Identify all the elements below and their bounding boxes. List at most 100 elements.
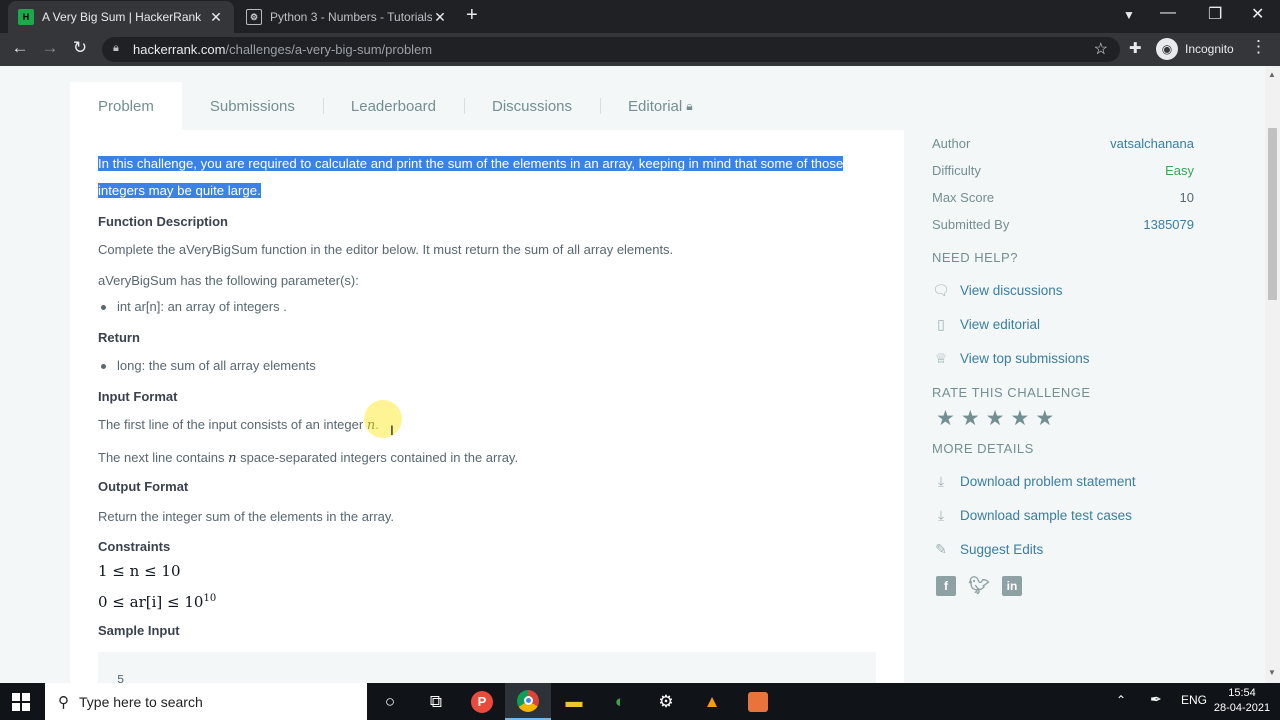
more-details-heading: MORE DETAILS (932, 441, 1034, 456)
bookmark-star-icon[interactable]: ☆ (1094, 39, 1108, 59)
sample-input-line: 5 (117, 673, 125, 683)
browser-tab-hackerrank[interactable]: H A Very Big Sum | HackerRank ✕ (8, 1, 234, 33)
task-view-icon[interactable]: ⧉ (413, 683, 459, 720)
tab-editorial-label: Editorial (628, 97, 683, 115)
tab-submissions[interactable]: Submissions (182, 82, 323, 130)
search-icon: ⚲ (58, 693, 69, 711)
difficulty-label: Difficulty (932, 163, 981, 178)
extensions-puzzle-icon[interactable]: ✚ (1129, 39, 1142, 57)
settings-gear-icon[interactable]: ⚙ (643, 683, 689, 720)
problem-statement: In this challenge, you are required to c… (98, 150, 858, 650)
minimize-icon[interactable]: — (1160, 4, 1176, 22)
facebook-icon[interactable]: f (936, 576, 956, 596)
view-editorial-link[interactable]: ▯ View editorial (932, 307, 1194, 341)
text-cursor-icon: I (390, 422, 394, 438)
return-heading: Return (98, 330, 140, 345)
pencil-icon: ✎ (935, 540, 947, 557)
difficulty-value: Easy (1165, 163, 1194, 178)
reload-icon[interactable]: ↻ (68, 38, 92, 58)
difficulty-row: Difficulty Easy (932, 157, 1194, 184)
star-icon[interactable]: ★ (961, 406, 980, 431)
discussion-icon: 🗨︎ (932, 281, 950, 298)
tab-problem[interactable]: Problem (70, 82, 182, 130)
tray-chevron-icon[interactable]: ⌃ (1116, 693, 1126, 707)
tab-leaderboard[interactable]: Leaderboard (322, 82, 464, 130)
windows-start-icon[interactable] (12, 693, 30, 711)
close-tab-icon[interactable]: ✕ (208, 9, 224, 26)
incognito-icon: ◉ (1156, 38, 1178, 60)
return-list-item: long: the sum of all array elements (98, 357, 858, 374)
tab-title: A Very Big Sum | HackerRank (42, 10, 202, 24)
browser-tab-tutorialspoint[interactable]: ⚙ Python 3 - Numbers - Tutorialsp ✕ (236, 1, 458, 33)
view-top-submissions-link[interactable]: ♕ View top submissions (932, 341, 1194, 375)
new-tab-plus-icon[interactable]: + (466, 4, 478, 27)
search-placeholder: Type here to search (79, 693, 203, 710)
rating-stars: ★ ★ ★ ★ ★ (936, 406, 1194, 431)
tab-editorial[interactable]: Editorial 🔒︎ (600, 82, 721, 130)
trophy-icon: ♕ (934, 349, 948, 366)
author-link[interactable]: vatsalchanana (1110, 136, 1194, 151)
clock[interactable]: 15:54 28-04-2021 (1212, 686, 1272, 716)
cursor-highlight (364, 400, 402, 438)
suggest-edits-link[interactable]: ✎ Suggest Edits (932, 532, 1194, 566)
star-icon[interactable]: ★ (936, 406, 955, 431)
language-indicator[interactable]: ENG (1181, 693, 1207, 707)
clock-date: 28-04-2021 (1213, 702, 1271, 714)
social-share: f 🐦︎ in (936, 576, 1194, 596)
star-icon[interactable]: ★ (986, 406, 1005, 431)
taskbar-search-box[interactable]: ⚲ Type here to search (45, 683, 367, 720)
function-description-heading: Function Description (98, 214, 228, 229)
challenge-tabs: Problem Submissions Leaderboard Discussi… (70, 82, 721, 130)
back-arrow-icon[interactable]: ← (8, 38, 32, 58)
page-viewport: Problem Submissions Leaderboard Discussi… (0, 66, 1265, 683)
address-bar[interactable]: 🔒︎ hackerrank.com/challenges/a-very-big-… (102, 37, 1120, 62)
linkedin-icon[interactable]: in (1002, 576, 1022, 596)
windows-taskbar: ⚲ Type here to search ○ ⧉ P ▬ ◐ ⚙ ▲ ⌃ ✒ … (0, 683, 1280, 720)
restore-icon[interactable]: ❐ (1208, 4, 1222, 24)
cortana-icon[interactable]: ○ (367, 683, 413, 720)
intro-paragraph: In this challenge, you are required to c… (98, 150, 848, 204)
download-test-cases-link[interactable]: ⤓ Download sample test cases (932, 498, 1194, 532)
edge-icon[interactable]: ◐ (597, 683, 643, 720)
problem-statement-card: In this challenge, you are required to c… (70, 130, 904, 683)
star-icon[interactable]: ★ (1010, 406, 1029, 431)
tab-search-chevron-icon[interactable]: ▼ (1123, 8, 1135, 22)
download-statement-link[interactable]: ⤓ Download problem statement (932, 464, 1194, 498)
close-window-icon[interactable]: ✕ (1251, 4, 1264, 24)
browser-tab-strip: H A Very Big Sum | HackerRank ✕ ⚙ Python… (0, 0, 1280, 33)
sample-input-code: 5 (98, 652, 876, 683)
page-scrollbar[interactable]: ▲ ▼ (1265, 66, 1280, 683)
vlc-icon[interactable]: ▲ (689, 683, 735, 720)
selected-intro-text: In this challenge, you are required to c… (98, 156, 844, 198)
constraints-heading: Constraints (98, 539, 171, 554)
app-p-icon[interactable]: P (459, 683, 505, 720)
constraint-1: 1 ≤ n ≤ 10 (98, 562, 181, 580)
twitter-icon[interactable]: 🐦︎ (968, 576, 990, 596)
tab-discussions[interactable]: Discussions (463, 82, 600, 130)
incognito-profile[interactable]: ◉ Incognito (1156, 38, 1234, 60)
sample-input-heading: Sample Input (98, 623, 180, 638)
submitted-by-link[interactable]: 1385079 (1143, 217, 1194, 232)
pen-icon[interactable]: ✒ (1150, 691, 1162, 708)
book-icon: ▯ (937, 315, 945, 332)
need-help-heading: NEED HELP? (932, 250, 1018, 265)
view-discussions-link[interactable]: 🗨︎ View discussions (932, 273, 1194, 307)
rate-heading: RATE THIS CHALLENGE (932, 385, 1091, 400)
clock-time: 15:54 (1228, 687, 1256, 699)
chrome-icon[interactable] (505, 683, 551, 720)
scroll-down-icon[interactable]: ▼ (1268, 668, 1276, 677)
file-explorer-icon[interactable]: ▬ (551, 683, 597, 720)
incognito-label: Incognito (1185, 42, 1234, 56)
author-label: Author (932, 136, 971, 151)
constraint-2: 0 ≤ ar[i] ≤ 1010 (98, 593, 217, 611)
submitted-by-label: Submitted By (932, 217, 1010, 232)
browser-menu-icon[interactable]: ⋮ (1250, 37, 1267, 57)
star-icon[interactable]: ★ (1035, 406, 1054, 431)
close-tab-icon[interactable]: ✕ (432, 9, 448, 26)
download-icon: ⤓ (937, 472, 945, 489)
recorder-icon[interactable] (735, 683, 781, 720)
scroll-up-icon[interactable]: ▲ (1268, 70, 1276, 79)
scrollbar-thumb[interactable] (1268, 128, 1277, 300)
forward-arrow-icon[interactable]: → (38, 38, 62, 58)
tab-title: Python 3 - Numbers - Tutorialsp (270, 10, 432, 24)
